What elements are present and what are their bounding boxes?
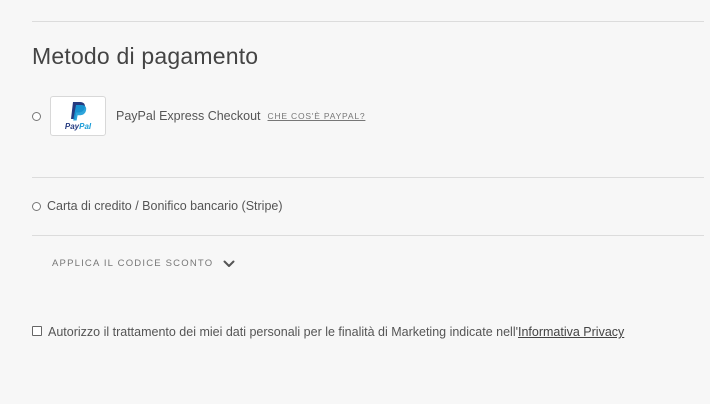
apply-coupon-toggle[interactable]: APPLICA IL CODICE SCONTO <box>52 258 235 269</box>
payment-option-paypal[interactable]: PayPal PayPal Express Checkout CHE COS'È… <box>32 96 365 136</box>
paypal-wordmark: PayPal <box>65 122 91 131</box>
marketing-consent-text: Autorizzo il trattamento dei miei dati p… <box>48 325 518 339</box>
paypal-wordmark-pal: Pal <box>79 122 92 131</box>
top-divider <box>32 21 704 22</box>
paypal-logo: PayPal <box>50 96 106 136</box>
apply-coupon-label: APPLICA IL CODICE SCONTO <box>52 258 214 269</box>
payment-panel: Metodo di pagamento PayPal PayPal Expres… <box>0 0 710 404</box>
paypal-radio[interactable] <box>32 111 41 121</box>
stripe-option-label: Carta di credito / Bonifico bancario (St… <box>47 199 283 213</box>
privacy-policy-link[interactable]: Informativa Privacy <box>518 325 624 339</box>
what-is-paypal-link[interactable]: CHE COS'È PAYPAL? <box>268 111 366 121</box>
stripe-radio[interactable] <box>32 201 41 211</box>
chevron-down-icon <box>223 260 235 267</box>
marketing-consent: Autorizzo il trattamento dei miei dati p… <box>32 323 652 341</box>
paypal-wordmark-pay: Pay <box>64 122 80 131</box>
divider-after-paypal <box>32 177 704 178</box>
section-title: Metodo di pagamento <box>32 43 259 69</box>
payment-option-stripe[interactable]: Carta di credito / Bonifico bancario (St… <box>32 199 283 213</box>
paypal-option-label: PayPal Express Checkout <box>116 109 261 123</box>
marketing-consent-checkbox[interactable] <box>32 326 42 336</box>
divider-after-stripe <box>32 235 704 236</box>
paypal-p-icon <box>71 102 87 121</box>
